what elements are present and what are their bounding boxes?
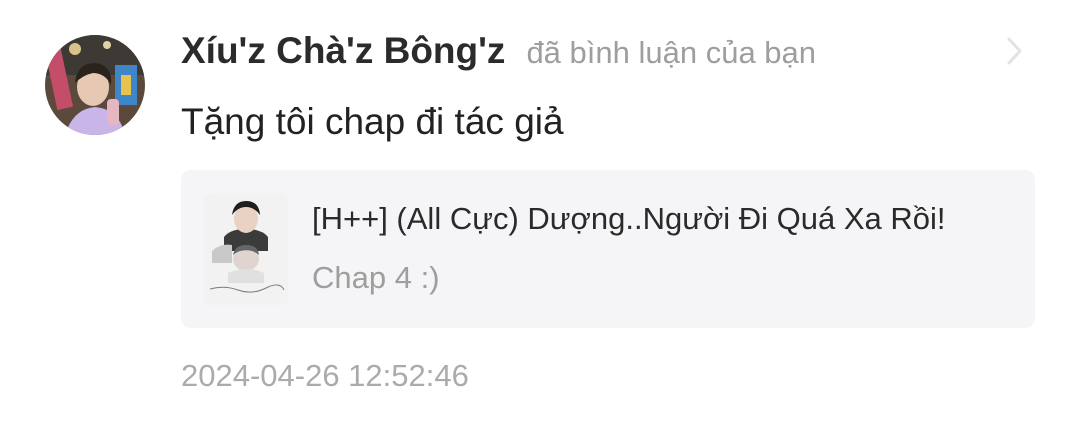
chapter-label: Chap 4 :) bbox=[312, 260, 440, 295]
notification-header: Xíu'z Chà'z Bông'z đã bình luận của bạn bbox=[181, 30, 816, 72]
user-avatar[interactable] bbox=[45, 35, 145, 135]
notification-action-text: đã bình luận của bạn bbox=[526, 35, 817, 70]
comment-notification[interactable]: Xíu'z Chà'z Bông'z đã bình luận của bạn … bbox=[0, 0, 1080, 441]
chevron-right-icon[interactable] bbox=[1000, 34, 1028, 68]
story-cover bbox=[204, 193, 288, 305]
story-cover-image-icon bbox=[204, 193, 288, 305]
comment-text: Tặng tôi chap đi tác giả bbox=[181, 101, 564, 142]
timestamp: 2024-04-26 12:52:46 bbox=[181, 358, 469, 393]
avatar-photo-icon bbox=[45, 35, 145, 135]
story-title: [H++] (All Cực) Dượng..Người Đi Quá Xa R… bbox=[312, 201, 946, 236]
username[interactable]: Xíu'z Chà'z Bông'z bbox=[181, 30, 505, 72]
story-card[interactable]: [H++] (All Cực) Dượng..Người Đi Quá Xa R… bbox=[181, 170, 1035, 328]
